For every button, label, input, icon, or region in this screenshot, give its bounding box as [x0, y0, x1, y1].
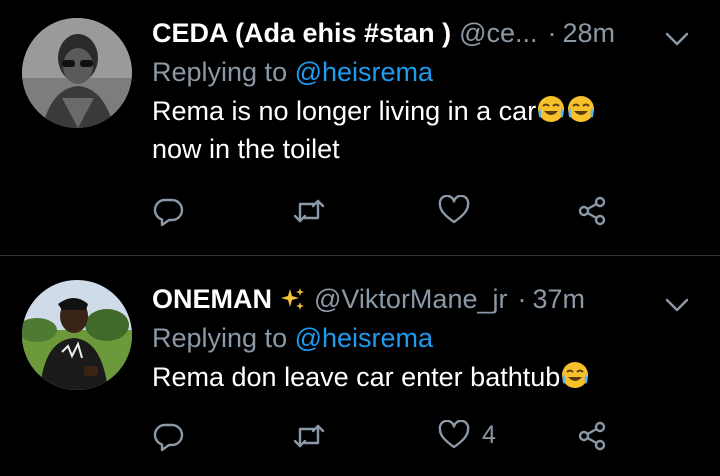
- chevron-down-icon[interactable]: [664, 24, 690, 55]
- retweet-button[interactable]: [292, 195, 326, 227]
- timestamp[interactable]: 37m: [532, 284, 585, 315]
- username[interactable]: @ce...: [459, 18, 537, 49]
- mention-link[interactable]: @heisrema: [295, 323, 433, 353]
- username[interactable]: @ViktorMane_jr: [314, 284, 507, 315]
- chevron-down-icon[interactable]: [664, 290, 690, 321]
- share-icon: [578, 196, 606, 226]
- separator: ·: [517, 283, 527, 314]
- tweet-header: ONEMAN @ViktorMane_jr · 37m: [152, 280, 690, 318]
- tears-of-joy-emoji-icon: [560, 360, 590, 390]
- mention-link[interactable]: @heisrema: [295, 57, 433, 87]
- tweet-text-line: now in the toilet: [152, 134, 340, 164]
- avatar[interactable]: [22, 18, 132, 128]
- share-button[interactable]: [576, 195, 608, 227]
- replying-to-label: Replying to: [152, 323, 288, 353]
- reply-icon: [153, 423, 184, 452]
- tweet-actions: 4: [152, 420, 632, 460]
- sparkles-icon: [280, 286, 306, 312]
- avatar-photo-icon: [22, 280, 132, 390]
- tweet-text: Rema is no longer living in a car now in…: [152, 92, 690, 168]
- replying-to: Replying to @heisrema: [152, 52, 690, 92]
- heart-icon: [438, 420, 470, 449]
- replying-to-label: Replying to: [152, 57, 288, 87]
- replying-to: Replying to @heisrema: [152, 318, 690, 358]
- retweet-button[interactable]: [292, 420, 326, 452]
- display-name[interactable]: CEDA (Ada ehis #stan ): [152, 18, 451, 49]
- tweet-text: Rema don leave car enter bathtub: [152, 358, 690, 396]
- tears-of-joy-emoji-icon: [566, 94, 596, 124]
- like-button[interactable]: [438, 195, 482, 225]
- tweet-1[interactable]: CEDA (Ada ehis #stan ) @ce... · 28m Repl…: [0, 0, 720, 250]
- tweet-2[interactable]: ONEMAN @ViktorMane_jr · 37m Replying to …: [0, 264, 720, 476]
- tweet-actions: [152, 195, 632, 235]
- reply-button[interactable]: [152, 195, 184, 227]
- tweet-header: CEDA (Ada ehis #stan ) @ce... · 28m: [152, 14, 690, 52]
- retweet-icon: [293, 199, 325, 223]
- tweet-divider: [0, 255, 720, 256]
- avatar-photo-icon: [22, 18, 132, 128]
- share-button[interactable]: [576, 420, 608, 452]
- heart-icon: [438, 195, 470, 224]
- tweet-text-line: Rema is no longer living in a car: [152, 96, 537, 126]
- reply-icon: [153, 198, 184, 227]
- tears-of-joy-emoji-icon: [536, 94, 566, 124]
- reply-button[interactable]: [152, 420, 184, 452]
- timestamp[interactable]: 28m: [563, 18, 616, 49]
- share-icon: [578, 421, 606, 451]
- avatar[interactable]: [22, 280, 132, 390]
- like-button[interactable]: 4: [438, 420, 496, 450]
- separator: ·: [547, 17, 557, 48]
- retweet-icon: [293, 424, 325, 448]
- display-name[interactable]: ONEMAN: [152, 284, 272, 315]
- like-count: 4: [482, 420, 496, 449]
- tweet-text-line: Rema don leave car enter bathtub: [152, 362, 561, 392]
